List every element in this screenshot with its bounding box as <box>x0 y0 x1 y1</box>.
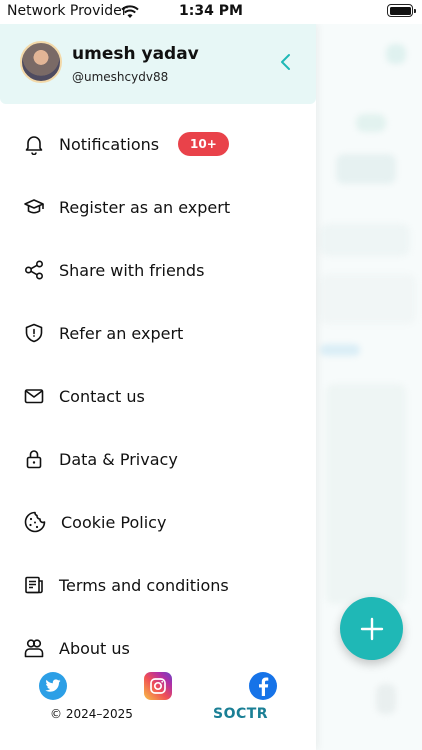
menu-item-contact[interactable]: Contact us <box>0 376 316 416</box>
user-name: umesh yadav <box>72 44 199 64</box>
plus-icon <box>360 617 383 640</box>
menu-item-label: Register as an expert <box>59 197 231 217</box>
menu-item-label: Refer an expert <box>59 323 184 343</box>
user-handle: @umeshcydv88 <box>72 70 169 84</box>
chevron-left-icon[interactable] <box>276 52 296 72</box>
bell-icon <box>22 132 46 156</box>
people-icon <box>22 636 46 660</box>
social-links <box>0 672 316 702</box>
menu-item-data-privacy[interactable]: Data & Privacy <box>0 439 316 479</box>
lock-icon <box>22 447 46 471</box>
status-bar: Network Provider 1:34 PM <box>0 0 422 24</box>
navigation-drawer: umesh yadav @umeshcydv88 Notifications 1… <box>0 24 316 750</box>
menu-item-label: Contact us <box>59 386 145 406</box>
battery-icon <box>387 4 416 17</box>
shield-icon <box>22 321 46 345</box>
clock: 1:34 PM <box>179 3 243 19</box>
menu-item-about[interactable]: About us <box>0 628 316 668</box>
profile-header[interactable]: umesh yadav @umeshcydv88 <box>0 24 316 104</box>
menu-item-label: Notifications <box>59 134 160 154</box>
envelope-icon <box>22 384 46 408</box>
facebook-icon[interactable] <box>249 672 277 700</box>
share-icon <box>22 258 46 282</box>
menu-item-label: Terms and conditions <box>59 575 229 595</box>
graduation-cap-icon <box>22 195 46 219</box>
add-button[interactable] <box>340 597 403 660</box>
twitter-icon[interactable] <box>39 672 67 700</box>
instagram-icon[interactable] <box>144 672 172 700</box>
menu-item-cookie-policy[interactable]: Cookie Policy <box>0 502 316 542</box>
brand-logo: SOCTR <box>213 706 269 722</box>
menu-item-share[interactable]: Share with friends <box>0 250 316 290</box>
cookie-icon <box>23 510 47 534</box>
menu-item-register-expert[interactable]: Register as an expert <box>0 187 316 227</box>
notification-badge: 10+ <box>178 132 229 156</box>
menu-item-terms[interactable]: Terms and conditions <box>0 565 316 605</box>
avatar <box>20 41 62 83</box>
menu-item-refer-expert[interactable]: Refer an expert <box>0 313 316 353</box>
document-icon <box>22 573 46 597</box>
menu-item-notifications[interactable]: Notifications 10+ <box>0 124 316 164</box>
menu-item-label: Data & Privacy <box>59 449 178 469</box>
menu-item-label: About us <box>59 638 130 658</box>
copyright-text: © 2024–2025 <box>50 707 133 721</box>
menu-item-label: Cookie Policy <box>61 512 167 532</box>
menu-item-label: Share with friends <box>59 260 205 280</box>
